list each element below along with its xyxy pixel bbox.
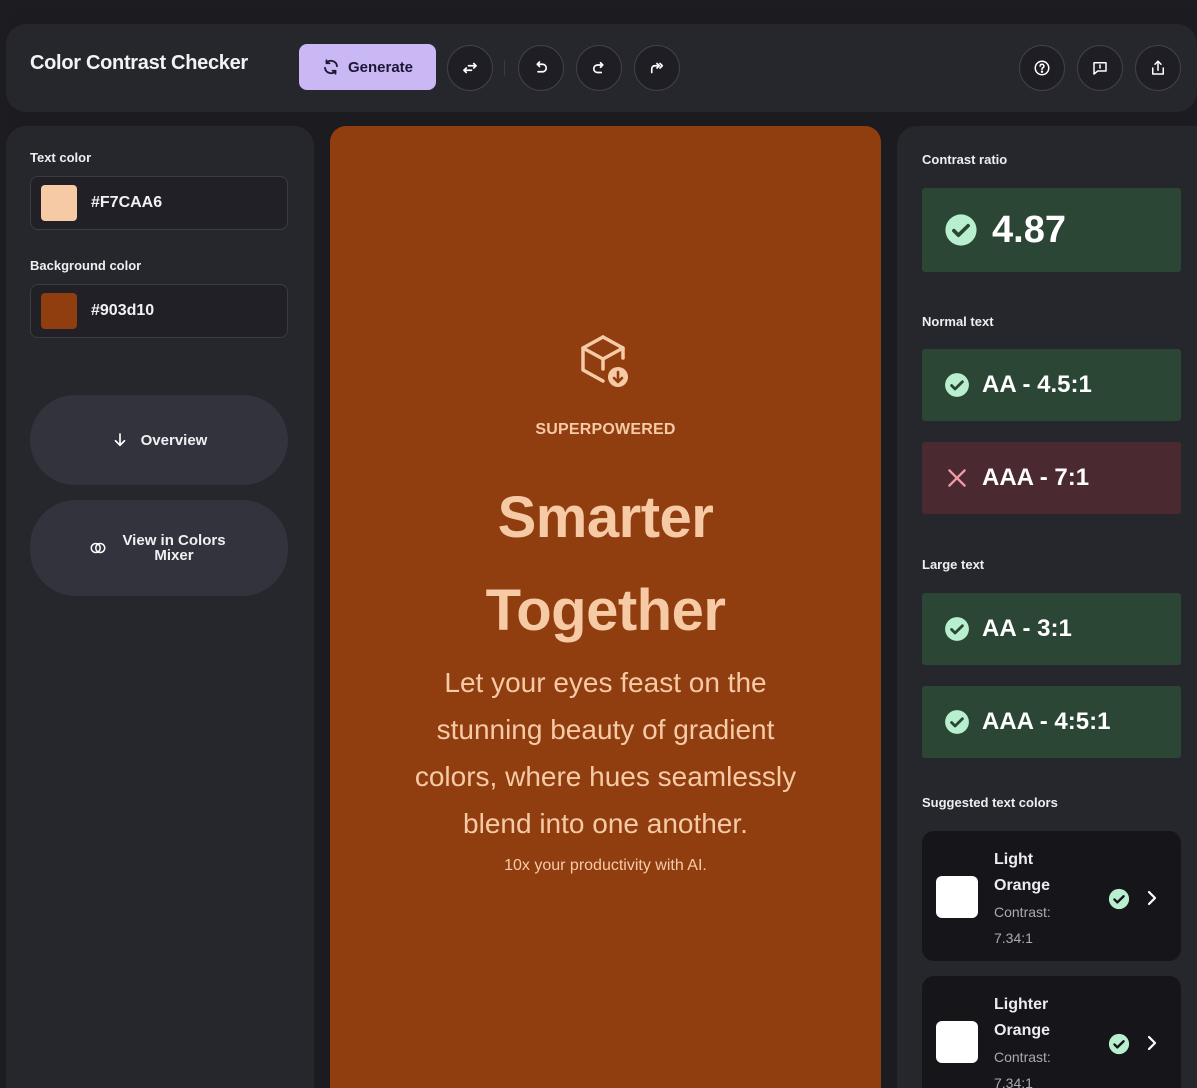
box-download-icon xyxy=(581,335,628,387)
overview-button[interactable]: Overview xyxy=(30,395,288,485)
colors-mixer-label-line2: Mixer xyxy=(154,547,194,564)
preview-body-line2: stunning beauty of gradient xyxy=(436,714,775,745)
redo-button[interactable] xyxy=(576,45,622,91)
check-circle-icon xyxy=(945,710,969,734)
check-circle-icon xyxy=(945,617,969,641)
preview-card: SUPERPOWERED Smarter Together Let your e… xyxy=(330,126,881,1088)
suggestion-card[interactable]: Lighter Orange Contrast: 7.34:1 xyxy=(922,976,1181,1088)
large-aaa-label: AAA - 4:5:1 xyxy=(982,708,1111,735)
colors-mixer-label-line1: View in Colors xyxy=(122,532,226,549)
toolbar-divider xyxy=(504,60,505,76)
redo-icon xyxy=(592,61,604,74)
check-circle-icon xyxy=(1108,1033,1130,1055)
normal-aa-result: AA - 4.5:1 xyxy=(922,349,1181,421)
suggestion-contrast-value: 7.34:1 xyxy=(994,930,1033,946)
suggestion-name-line1: Lighter xyxy=(994,996,1049,1013)
suggestion-name-line2: Orange xyxy=(994,1022,1051,1039)
chevron-right-icon[interactable] xyxy=(1144,888,1160,908)
undo-button[interactable] xyxy=(518,45,564,91)
refresh-icon xyxy=(324,59,338,75)
swap-button[interactable] xyxy=(447,45,493,91)
suggestion-swatch xyxy=(936,1021,978,1063)
fast-forward-icon xyxy=(650,62,664,74)
contrast-ratio-label: Contrast ratio xyxy=(922,152,1008,167)
suggestion-contrast-label: Contrast: xyxy=(994,1049,1051,1065)
text-color-value[interactable]: #F7CAA6 xyxy=(91,194,162,212)
check-circle-icon xyxy=(1108,888,1130,910)
contrast-ratio-box: 4.87 xyxy=(922,188,1181,272)
suggestion-name: Lighter Orange xyxy=(994,992,1074,1044)
feedback-button[interactable] xyxy=(1077,45,1123,91)
preview-title-line2: Together xyxy=(485,578,726,643)
view-in-colors-mixer-button[interactable]: View in Colors Mixer xyxy=(30,500,288,596)
undo-icon xyxy=(536,61,548,73)
preview-kicker: SUPERPOWERED xyxy=(535,421,676,438)
help-button[interactable] xyxy=(1019,45,1065,91)
results-panel: Contrast ratio 4.87 Normal text AA - 4.5… xyxy=(897,126,1197,1088)
feedback-icon xyxy=(1093,62,1107,75)
rings-icon xyxy=(90,542,106,554)
suggestion-name-line1: Light xyxy=(994,851,1034,868)
check-circle-icon xyxy=(945,214,977,246)
large-aa-result: AA - 3:1 xyxy=(922,593,1181,665)
text-color-label: Text color xyxy=(30,150,92,165)
normal-aaa-result: AAA - 7:1 xyxy=(922,442,1181,514)
swap-icon xyxy=(463,62,477,74)
preview-body: Let your eyes feast on the stunning beau… xyxy=(360,659,851,847)
share-icon xyxy=(1152,60,1164,75)
preview-small-text: 10x your productivity with AI. xyxy=(504,857,707,874)
fast-forward-button[interactable] xyxy=(634,45,680,91)
suggested-text-colors-label: Suggested text colors xyxy=(922,795,1058,810)
contrast-ratio-value: 4.87 xyxy=(992,208,1066,251)
preview-title-line1: Smarter xyxy=(497,485,714,550)
suggestion-contrast-value: 7.34:1 xyxy=(994,1075,1033,1088)
suggestion-swatch xyxy=(936,876,978,918)
normal-aaa-label: AAA - 7:1 xyxy=(982,464,1090,491)
preview-title: Smarter Together xyxy=(330,471,881,657)
normal-text-label: Normal text xyxy=(922,314,994,329)
normal-aa-label: AA - 4.5:1 xyxy=(982,371,1092,398)
overview-label: Overview xyxy=(140,431,208,449)
app-window: Color Contrast Checker Generate Text col… xyxy=(6,6,1197,1088)
generate-button[interactable]: Generate xyxy=(299,44,436,90)
large-aaa-result: AAA - 4:5:1 xyxy=(922,686,1181,758)
top-bar: Color Contrast Checker Generate xyxy=(6,24,1197,112)
large-text-label: Large text xyxy=(922,557,985,572)
background-color-label: Background color xyxy=(30,258,142,273)
background-color-field[interactable]: #903d10 xyxy=(30,284,288,338)
arrow-down-icon xyxy=(114,433,125,447)
large-aa-label: AA - 3:1 xyxy=(982,615,1072,642)
x-icon xyxy=(948,469,966,487)
generate-button-label: Generate xyxy=(347,58,414,76)
preview-body-line4: blend into one another. xyxy=(463,808,748,839)
background-color-swatch[interactable] xyxy=(41,293,77,329)
check-circle-icon xyxy=(945,373,969,397)
background-color-value[interactable]: #903d10 xyxy=(91,302,154,320)
color-inputs-panel: Text color #F7CAA6 Background color #903… xyxy=(6,126,314,1088)
chevron-right-icon[interactable] xyxy=(1144,1033,1160,1053)
suggestion-name: Light Orange xyxy=(994,847,1074,899)
help-icon xyxy=(1034,60,1050,76)
share-button[interactable] xyxy=(1135,45,1181,91)
suggestion-card[interactable]: Light Orange Contrast: 7.34:1 xyxy=(922,831,1181,961)
text-color-swatch[interactable] xyxy=(41,185,77,221)
suggestion-name-line2: Orange xyxy=(994,877,1051,894)
suggestion-contrast-label: Contrast: xyxy=(994,904,1051,920)
preview-body-line1: Let your eyes feast on the xyxy=(444,667,767,698)
preview-body-line3: colors, where hues seamlessly xyxy=(414,761,797,792)
text-color-field[interactable]: #F7CAA6 xyxy=(30,176,288,230)
app-title: Color Contrast Checker xyxy=(30,52,248,74)
